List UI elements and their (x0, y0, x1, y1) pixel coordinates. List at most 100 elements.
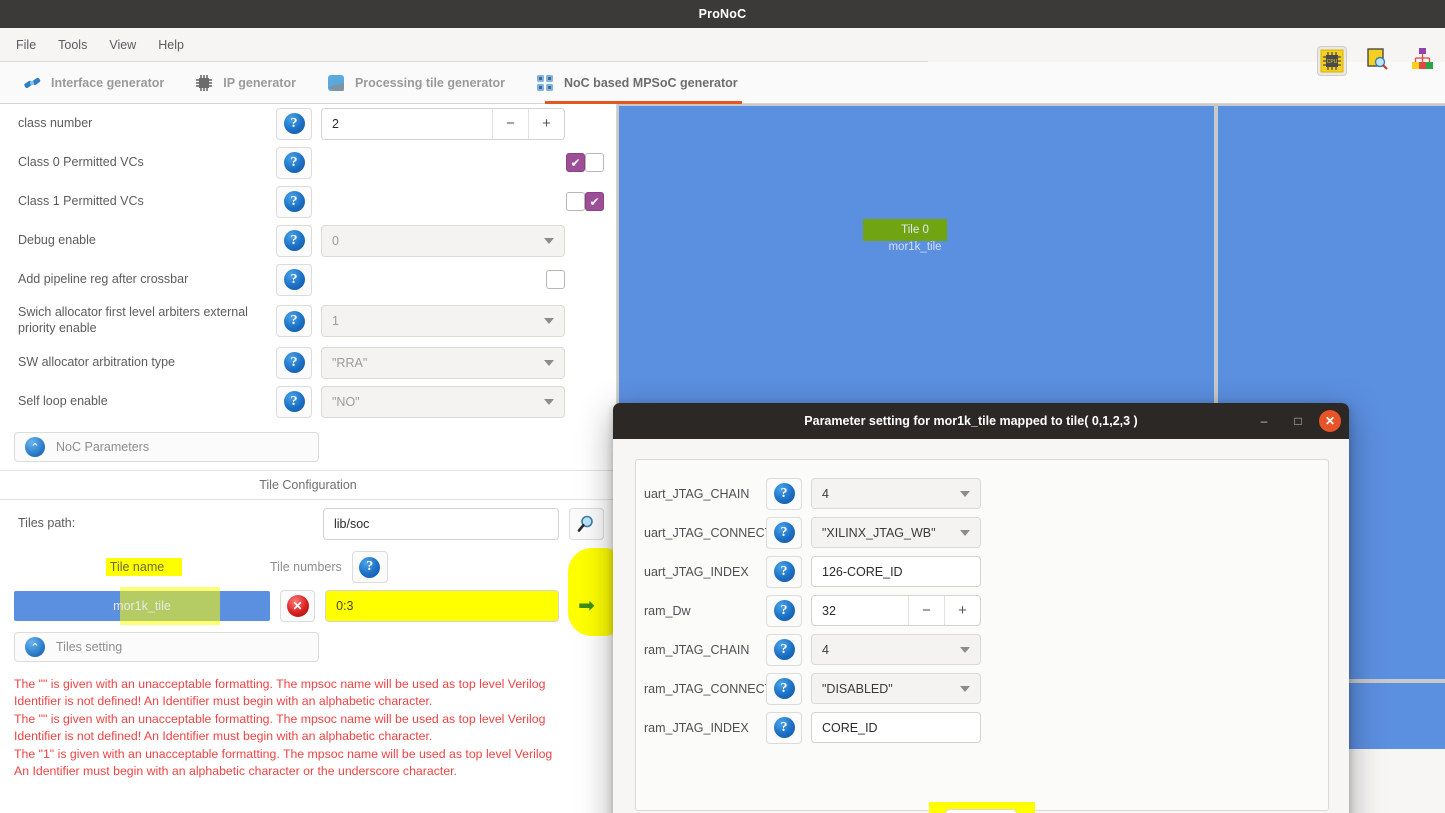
combo-value-uart-jtag-chain: 4 (822, 486, 829, 501)
cpu-chip-icon[interactable]: CPU (1317, 46, 1347, 76)
checkbox-class-0-vc-1[interactable] (585, 153, 604, 172)
tile-name-selected-row[interactable]: mor1k_tile (14, 587, 270, 625)
spinner-class-number[interactable]: 2 − + (321, 107, 565, 140)
input-uart-jtag-index[interactable]: 126-CORE_ID (811, 556, 981, 587)
combo-uart-jtag-chain[interactable]: 4 (811, 478, 981, 509)
spinner-value-ram-dw: 32 (822, 603, 836, 618)
help-icon-class-1-permitted-vcs[interactable]: ? (276, 185, 312, 218)
help-icon-debug-enable[interactable]: ? (276, 224, 312, 257)
form-row-debug-enable: Debug enable ? 0 (0, 221, 616, 260)
menu-help[interactable]: Help (158, 38, 184, 52)
chevron-down-icon (960, 685, 970, 692)
menubar: File Tools View Help (0, 28, 928, 62)
help-icon-uart-jtag-index[interactable]: ? (766, 555, 802, 588)
help-icon-class-number[interactable]: ? (276, 107, 312, 140)
tab-noc-based-mpsoc-generator[interactable]: NoC based MPSoC generator (527, 62, 760, 104)
remove-tile-button[interactable]: ✕ (280, 590, 316, 622)
help-icon-self-loop-enable[interactable]: ? (276, 385, 312, 418)
dialog-label-ram-dw: ram_Dw (644, 603, 691, 618)
combo-ram-jtag-chain[interactable]: 4 (811, 634, 981, 665)
expander-tiles-setting[interactable]: ⌃ Tiles setting (14, 632, 319, 662)
chevron-down-icon (544, 318, 554, 324)
combo-value-self-loop-enable: "NO" (332, 394, 360, 409)
help-icon-ram-jtag-connect[interactable]: ? (766, 672, 802, 705)
help-icon-ram-dw[interactable]: ? (766, 594, 802, 627)
help-icon-ram-jtag-index[interactable]: ? (766, 711, 802, 744)
question-mark-icon: ? (359, 556, 381, 578)
help-icon-uart-jtag-connect[interactable]: ? (766, 516, 802, 549)
checkbox-class-0-vc-0[interactable] (566, 153, 585, 172)
combo-value-ram-jtag-connect: "DISABLED" (822, 681, 893, 696)
hierarchy-icon[interactable] (1409, 46, 1439, 76)
apply-tile-button[interactable]: ➡ (569, 590, 604, 622)
spinner-minus-class-number[interactable]: − (492, 108, 528, 139)
question-mark-icon: ? (773, 600, 795, 621)
dialog-parameter-list: uart_JTAG_CHAIN ? 4 uart_JTAG_CONNECT ? … (635, 459, 1329, 811)
toolbar: CPU (1317, 46, 1439, 76)
help-icon-add-pipeline-reg[interactable]: ? (276, 263, 312, 296)
combo-value-debug-enable: 0 (332, 233, 339, 248)
help-icon-tile-numbers[interactable]: ? (351, 551, 388, 583)
question-mark-icon: ? (283, 391, 305, 412)
menu-file[interactable]: File (16, 38, 36, 52)
error-log: The "" is given with an unacceptable for… (0, 670, 616, 781)
help-icon-uart-jtag-chain[interactable]: ? (766, 477, 802, 510)
tab-processing-tile-generator[interactable]: Processing tile generator (318, 62, 527, 103)
question-mark-icon: ? (773, 717, 795, 738)
combo-uart-jtag-connect[interactable]: "XILINX_JTAG_WB" (811, 517, 981, 548)
noc-config-panel: class number ? 2 − + Class 0 Permitted V… (0, 104, 617, 813)
help-icon-sw-allocator-arbitration-type[interactable]: ? (276, 346, 312, 379)
error-line: Identifier is not defined! An Identifier… (14, 694, 433, 709)
dialog-row-ram-jtag-chain: ram_JTAG_CHAIN ? 4 (636, 630, 1328, 669)
combo-ram-jtag-connect[interactable]: "DISABLED" (811, 673, 981, 704)
maximize-icon[interactable]: □ (1285, 408, 1311, 434)
minimize-icon[interactable]: – (1251, 408, 1277, 434)
label-class-0-permitted-vcs: Class 0 Permitted VCs (18, 154, 144, 169)
combo-debug-enable[interactable]: 0 (321, 224, 565, 257)
expander-noc-parameters[interactable]: ⌃ NoC Parameters (14, 432, 319, 462)
menu-view[interactable]: View (109, 38, 136, 52)
main-body: class number ? 2 − + Class 0 Permitted V… (0, 104, 1445, 813)
browse-tiles-path-button[interactable] (568, 508, 604, 540)
combo-switch-allocator-priority[interactable]: 1 (321, 305, 565, 337)
help-icon-switch-allocator-priority[interactable]: ? (276, 305, 312, 337)
combo-value-uart-jtag-connect: "XILINX_JTAG_WB" (822, 525, 936, 540)
checkbox-add-pipeline-reg[interactable] (546, 270, 565, 289)
tab-label-processing-tile-generator: Processing tile generator (354, 75, 506, 90)
dialog-titlebar[interactable]: Parameter setting for mor1k_tile mapped … (613, 403, 1349, 439)
tab-label-interface-generator: Interface generator (51, 75, 165, 90)
close-icon[interactable]: ✕ (1319, 410, 1341, 432)
spinner-ram-dw[interactable]: 32 − + (811, 595, 981, 626)
ok-button[interactable]: ✔ OK (944, 809, 1018, 813)
combo-self-loop-enable[interactable]: "NO" (321, 385, 565, 418)
menu-tools[interactable]: Tools (58, 38, 87, 52)
combo-value-switch-allocator-priority: 1 (332, 314, 339, 328)
dialog-row-ram-jtag-index: ram_JTAG_INDEX ? CORE_ID (636, 708, 1328, 747)
help-icon-ram-jtag-chain[interactable]: ? (766, 633, 802, 666)
input-ram-jtag-index[interactable]: CORE_ID (811, 712, 981, 743)
form-row-tile-headers: Tile name Tile numbers ? (0, 548, 616, 636)
spinner-minus-ram-dw[interactable]: − (908, 596, 944, 625)
screen-search-icon[interactable] (1363, 46, 1393, 76)
checkbox-class-1-vc-1[interactable] (585, 192, 604, 211)
checkbox-group-class-0 (360, 153, 604, 172)
spinner-plus-class-number[interactable]: + (528, 108, 564, 139)
tile-numbers-input[interactable]: 0:3 (325, 590, 559, 622)
form-row-sw-allocator-arbitration-type: SW allocator arbitration type ? "RRA" (0, 343, 616, 382)
checkbox-class-1-vc-0[interactable] (566, 192, 585, 211)
spinner-plus-ram-dw[interactable]: + (944, 596, 980, 625)
form-row-switch-allocator-priority: Swich allocator first level arbiters ext… (0, 299, 616, 343)
label-tile-name: Tile name (105, 558, 183, 576)
checkbox-wrap-add-pipeline-reg (321, 270, 565, 289)
tiles-path-input[interactable]: lib/soc (323, 508, 559, 540)
form-row-tile-entry: mor1k_tile ✕ 0:3 ➡ (0, 586, 616, 626)
tab-ip-generator[interactable]: IP generator (186, 62, 318, 103)
tiles-path-value: lib/soc (334, 517, 370, 531)
tab-interface-generator[interactable]: Interface generator (14, 62, 186, 103)
form-row-add-pipeline-reg: Add pipeline reg after crossbar ? (0, 260, 616, 299)
help-icon-class-0-permitted-vcs[interactable]: ? (276, 146, 312, 179)
combo-sw-allocator-arbitration-type[interactable]: "RRA" (321, 346, 565, 379)
error-line: An Identifier must begin with an alphabe… (14, 764, 457, 779)
expander-label-noc-parameters: NoC Parameters (56, 440, 150, 454)
chip-icon (194, 73, 214, 93)
